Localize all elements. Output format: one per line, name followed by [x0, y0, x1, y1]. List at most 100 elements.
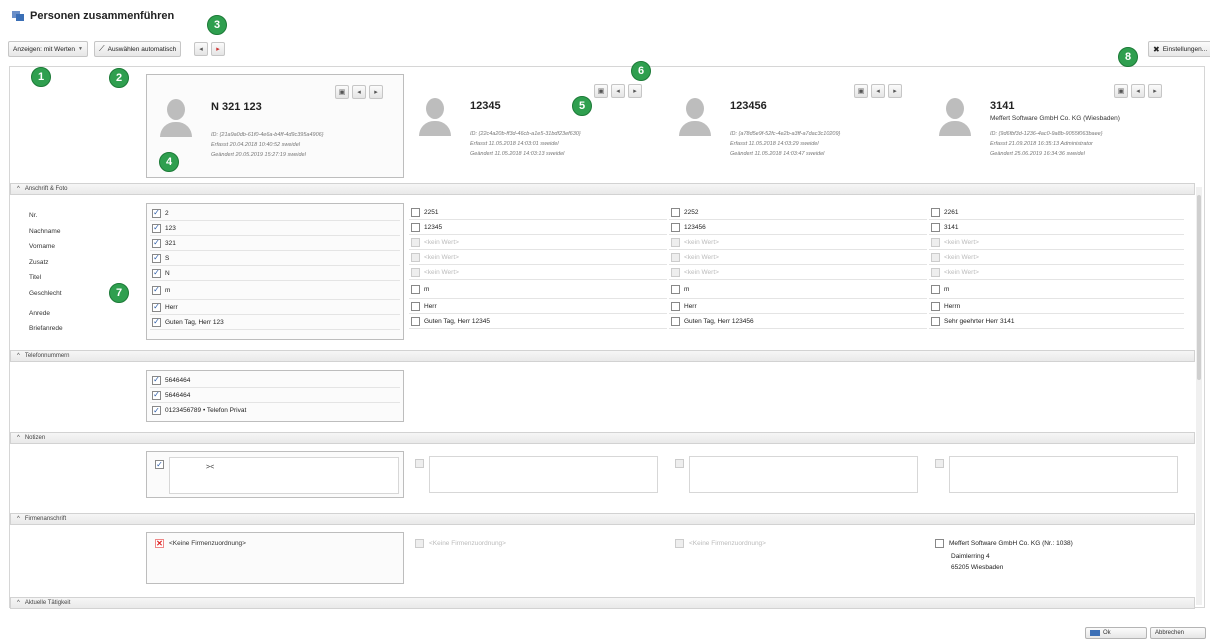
field-row[interactable]: Herrn	[929, 299, 1184, 314]
wand-icon: ⟋	[99, 44, 105, 53]
photo-button[interactable]: ▣	[335, 85, 349, 99]
move-right-button[interactable]: ▸	[369, 85, 383, 99]
phone-row[interactable]: ✓ 0123456789 • Telefon Privat	[150, 403, 400, 418]
checkbox-disabled	[675, 459, 684, 468]
field-row[interactable]: Herr	[669, 299, 927, 314]
field-row[interactable]: ✓ 321	[150, 236, 400, 251]
field-row[interactable]: Sehr geehrter Herr 3141	[929, 314, 1184, 329]
checkbox[interactable]	[935, 539, 944, 548]
move-right-button[interactable]: ▸	[211, 42, 225, 56]
checkbox[interactable]	[671, 284, 680, 294]
move-right-button[interactable]: ▸	[628, 84, 642, 98]
field-row[interactable]: 2252	[669, 205, 927, 220]
section-notizen-header[interactable]: ^ Notizen	[10, 432, 1195, 444]
scrollbar-thumb[interactable]	[1197, 195, 1201, 380]
field-row[interactable]: Guten Tag, Herr 123456	[669, 314, 927, 329]
settings-button[interactable]: ✖ Einstellungen...	[1148, 41, 1210, 57]
field-row[interactable]: Guten Tag, Herr 12345	[409, 314, 667, 329]
field-row[interactable]: ✓ Herr	[150, 300, 400, 315]
checkbox[interactable]	[671, 207, 680, 217]
move-left-button[interactable]: ◂	[352, 85, 366, 99]
checkbox[interactable]	[931, 207, 940, 217]
section-firma-header[interactable]: ^ Firmenanschrift	[10, 513, 1195, 525]
field-row[interactable]: 2261	[929, 205, 1184, 220]
field-row[interactable]: m	[929, 280, 1184, 299]
move-left-button[interactable]: ◂	[194, 42, 208, 56]
field-row[interactable]: ✓ 123	[150, 221, 400, 236]
checkbox[interactable]	[931, 316, 940, 326]
checkbox-checked[interactable]: ✓	[152, 223, 161, 233]
field-row[interactable]: ✓ N	[150, 266, 400, 281]
field-row[interactable]: ✓ 2	[150, 206, 400, 221]
field-row[interactable]: 2251	[409, 205, 667, 220]
section-telefon-header[interactable]: ^ Telefonnummern	[10, 350, 1195, 362]
vertical-scrollbar[interactable]	[1196, 187, 1202, 605]
photo-button[interactable]: ▣	[1114, 84, 1128, 98]
person-card-2[interactable]: ▣ ◂ ▸ 12345 ID: {22c4a20b-ff3d-46cb-a1e5…	[406, 74, 664, 178]
phone-row[interactable]: ✓ 5646464	[150, 388, 400, 403]
person-card-1[interactable]: ▣ ◂ ▸ N 321 123 ID: {21a9a0db-61f0-4e6a-…	[146, 74, 404, 178]
ok-button[interactable]: Ok	[1085, 627, 1147, 639]
checkbox-checked[interactable]: ✓	[152, 238, 161, 248]
person-card-4[interactable]: ▣ ◂ ▸ 3141 Meffert Software GmbH Co. KG …	[926, 74, 1184, 178]
field-row[interactable]: m	[669, 280, 927, 299]
move-left-button[interactable]: ◂	[1131, 84, 1145, 98]
checkbox-checked[interactable]: ✓	[152, 406, 161, 415]
checkbox[interactable]	[671, 301, 680, 311]
show-filter-dropdown[interactable]: Anzeigen: mit Werten ▼	[8, 41, 88, 57]
checkbox-checked[interactable]: ✓	[152, 268, 161, 278]
photo-button[interactable]: ▣	[594, 84, 608, 98]
checkbox-checked[interactable]: ✓	[152, 253, 161, 263]
phone-row[interactable]: ✓ 5646464	[150, 373, 400, 388]
label-titel: Titel	[29, 274, 42, 281]
field-row: <kein Wert>	[409, 235, 667, 250]
field-row[interactable]: ✓ m	[150, 281, 400, 300]
arrow-right-doc-icon: ▸	[216, 46, 220, 53]
move-left-button[interactable]: ◂	[611, 84, 625, 98]
checkbox[interactable]	[931, 222, 940, 232]
person-card-3[interactable]: ▣ ◂ ▸ 123456 ID: {a78d5e9f-52fc-4e2b-a3f…	[666, 74, 924, 178]
checkbox[interactable]	[411, 301, 420, 311]
checkbox[interactable]	[411, 284, 420, 294]
notes-textarea[interactable]	[429, 456, 658, 493]
field-row[interactable]: 12345	[409, 220, 667, 235]
checkbox-disabled	[671, 237, 680, 247]
checkbox[interactable]	[411, 316, 420, 326]
field-row[interactable]: ✓ Guten Tag, Herr 123	[150, 315, 400, 330]
auto-select-button[interactable]: ⟋ Auswählen automatisch	[94, 41, 182, 57]
move-left-button[interactable]: ◂	[871, 84, 885, 98]
field-row[interactable]: ✓ S	[150, 251, 400, 266]
checkbox-disabled	[931, 252, 940, 262]
checkbox[interactable]	[671, 222, 680, 232]
field-value: Herr	[684, 302, 697, 310]
field-row[interactable]: m	[409, 280, 667, 299]
checkbox[interactable]	[411, 207, 420, 217]
cancel-button[interactable]: Abbrechen	[1150, 627, 1206, 639]
section-title: Firmenanschrift	[24, 516, 67, 522]
section-taetigkeit-header[interactable]: ^ Aktuelle Tätigkeit	[10, 597, 1195, 609]
checkbox-checked[interactable]: ✓	[155, 460, 164, 469]
checkbox-checked[interactable]: ✓	[152, 390, 161, 400]
chevron-up-icon: ^	[17, 600, 20, 606]
checkbox-checked[interactable]: ✓	[152, 208, 161, 218]
move-right-button[interactable]: ▸	[888, 84, 902, 98]
checkbox-checked[interactable]: ✓	[152, 302, 161, 312]
checkbox[interactable]	[931, 301, 940, 311]
photo-button[interactable]: ▣	[854, 84, 868, 98]
checkbox[interactable]	[411, 222, 420, 232]
avatar	[418, 96, 452, 136]
field-row[interactable]: 3141	[929, 220, 1184, 235]
field-row[interactable]: 123456	[669, 220, 927, 235]
checkbox-checked[interactable]: ✓	[152, 375, 161, 385]
field-row[interactable]: Herr	[409, 299, 667, 314]
checkbox[interactable]	[671, 316, 680, 326]
field-row: <kein Wert>	[929, 235, 1184, 250]
notes-textarea[interactable]: ><	[169, 457, 399, 494]
notes-textarea[interactable]	[949, 456, 1178, 493]
checkbox-checked[interactable]: ✓	[152, 285, 161, 295]
section-anschrift-header[interactable]: ^ Anschrift & Foto	[10, 183, 1195, 195]
notes-textarea[interactable]	[689, 456, 918, 493]
checkbox[interactable]	[931, 284, 940, 294]
move-right-button[interactable]: ▸	[1148, 84, 1162, 98]
checkbox-checked[interactable]: ✓	[152, 317, 161, 327]
